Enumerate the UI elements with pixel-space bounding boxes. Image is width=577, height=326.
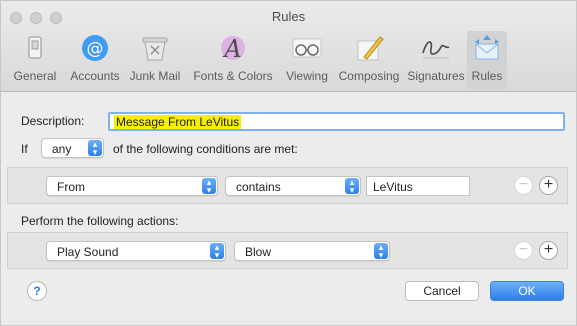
tab-signatures-label: Signatures — [407, 69, 465, 83]
pencil-icon — [352, 33, 386, 63]
preferences-toolbar: General @ Accounts Junk Mail A Fonts & C… — [1, 31, 576, 89]
tab-rules-label: Rules — [471, 69, 503, 83]
tab-accounts-label: Accounts — [70, 69, 120, 83]
match-mode-value: any — [52, 142, 72, 156]
rules-envelope-icon — [470, 33, 504, 63]
junk-mail-icon — [138, 33, 172, 63]
tab-rules[interactable]: Rules — [467, 31, 507, 89]
tab-viewing[interactable]: Viewing — [281, 31, 333, 89]
match-mode-popup[interactable]: any ▴ ▾ — [41, 138, 104, 158]
tab-fonts-colors[interactable]: A Fonts & Colors — [187, 31, 279, 89]
condition-field-value: From — [57, 180, 85, 194]
popup-chevron-icon: ▴ ▾ — [88, 140, 102, 157]
tab-general-label: General — [13, 69, 57, 83]
popup-chevron-icon: ▴ ▾ — [202, 178, 216, 195]
popup-chevron-icon: ▴ ▾ — [374, 243, 388, 260]
rules-window: Rules General @ Accounts Junk Mail A Fon… — [0, 0, 577, 326]
tab-junk-mail[interactable]: Junk Mail — [125, 31, 185, 89]
title-bar: Rules General @ Accounts Junk Mail A Fon… — [1, 1, 576, 92]
rule-editor-sheet: Description: Message From LeVitus If any… — [7, 98, 568, 315]
glasses-icon — [290, 33, 324, 63]
action-sound-value: Blow — [245, 245, 272, 259]
description-label: Description: — [21, 114, 85, 128]
description-field[interactable]: Message From LeVitus — [108, 112, 565, 131]
font-letter-icon: A — [216, 33, 250, 63]
add-action-button[interactable]: + — [539, 241, 558, 260]
window-title: Rules — [271, 9, 306, 24]
general-switch-icon — [18, 33, 52, 63]
conditions-suffix: of the following conditions are met: — [113, 142, 298, 156]
action-type-value: Play Sound — [57, 245, 119, 259]
condition-operator-popup[interactable]: contains ▴ ▾ — [225, 176, 361, 196]
popup-chevron-icon: ▴ ▾ — [345, 178, 359, 195]
popup-chevron-icon: ▴ ▾ — [210, 243, 224, 260]
action-type-popup[interactable]: Play Sound ▴ ▾ — [46, 241, 226, 261]
add-condition-button[interactable]: + — [539, 176, 558, 195]
condition-row: From ▴ ▾ contains ▴ ▾ LeVitus − + — [7, 167, 568, 204]
svg-text:@: @ — [87, 39, 104, 59]
condition-value: LeVitus — [373, 180, 413, 194]
tab-viewing-label: Viewing — [286, 69, 328, 83]
condition-value-field[interactable]: LeVitus — [366, 176, 470, 196]
condition-operator-value: contains — [236, 180, 281, 194]
condition-field-popup[interactable]: From ▴ ▾ — [46, 176, 218, 196]
cancel-button[interactable]: Cancel — [405, 281, 479, 301]
help-button[interactable]: ? — [27, 281, 47, 301]
if-label: If — [21, 142, 28, 156]
tab-general[interactable]: General — [5, 31, 65, 89]
remove-action-button[interactable]: − — [514, 241, 533, 260]
actions-label: Perform the following actions: — [21, 214, 179, 228]
action-row: Play Sound ▴ ▾ Blow ▴ ▾ − + — [7, 232, 568, 269]
tab-composing-label: Composing — [338, 69, 400, 83]
svg-text:A: A — [222, 35, 241, 63]
action-sound-popup[interactable]: Blow ▴ ▾ — [234, 241, 390, 261]
tab-junk-mail-label: Junk Mail — [129, 69, 181, 83]
tab-composing[interactable]: Composing — [333, 31, 405, 89]
tab-fonts-colors-label: Fonts & Colors — [193, 69, 273, 83]
remove-condition-button[interactable]: − — [514, 176, 533, 195]
description-value: Message From LeVitus — [114, 115, 242, 129]
tab-signatures[interactable]: Signatures — [405, 31, 467, 89]
at-sign-icon: @ — [78, 33, 112, 63]
tab-accounts[interactable]: @ Accounts — [65, 31, 125, 89]
ok-button[interactable]: OK — [490, 281, 564, 301]
signature-icon — [419, 33, 453, 63]
